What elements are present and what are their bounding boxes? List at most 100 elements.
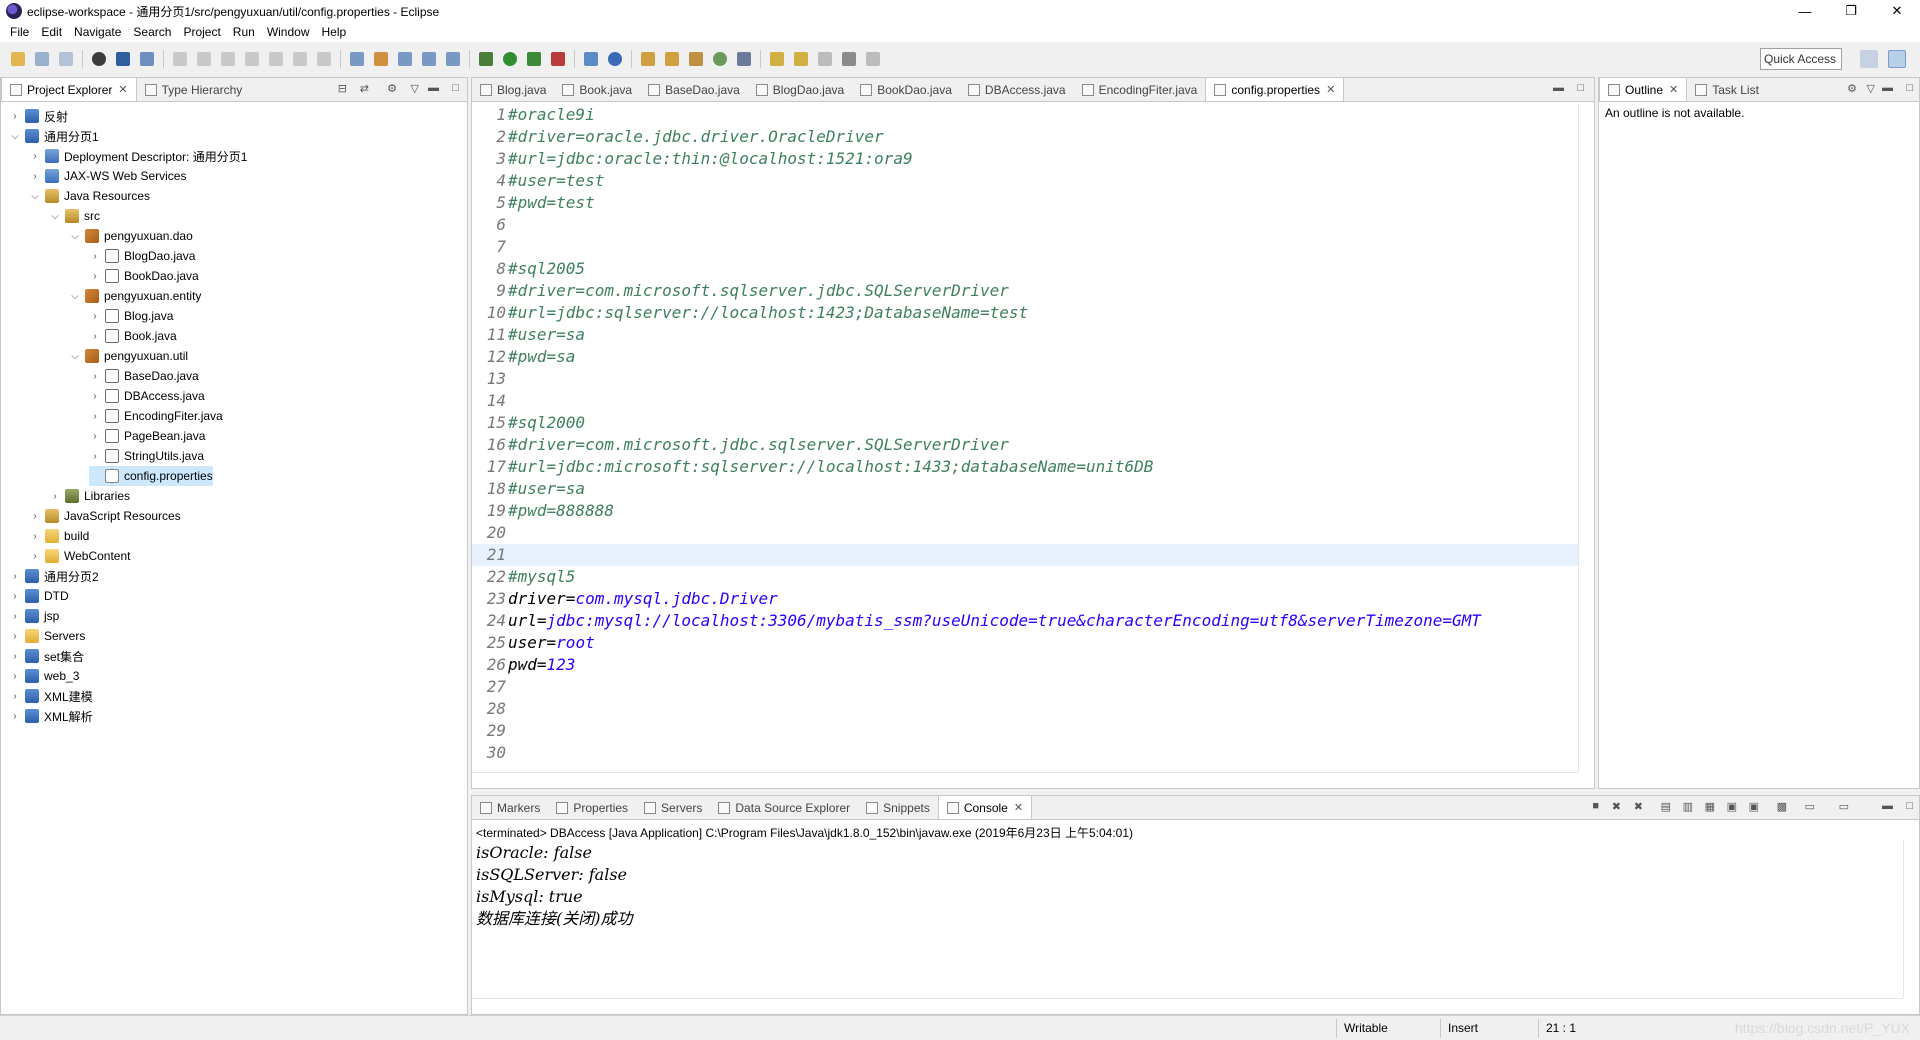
tree-item[interactable]: › StringUtils.java	[89, 446, 204, 466]
quick-access-input[interactable]: Quick Access	[1760, 48, 1842, 70]
run-external-tools-icon[interactable]	[551, 52, 565, 66]
close-button[interactable]: ✕	[1874, 0, 1920, 22]
pin-editor-icon[interactable]	[737, 52, 751, 66]
pin-console-icon[interactable]: ▩	[1777, 800, 1787, 813]
tree-item[interactable]: ⌵ pengyuxuan.util	[69, 346, 188, 366]
chevron-right-icon[interactable]: ›	[29, 551, 41, 562]
console-panel-tab[interactable]: Servers	[636, 797, 710, 819]
insert-mode-status[interactable]: Insert	[1448, 1021, 1478, 1035]
minimize-view-icon[interactable]: ▬	[1882, 800, 1893, 812]
chevron-right-icon[interactable]: ›	[89, 371, 101, 382]
new-server-icon[interactable]	[584, 52, 598, 66]
back-icon[interactable]	[842, 52, 856, 66]
last-edit-location-icon[interactable]	[818, 52, 832, 66]
forward-icon[interactable]	[866, 52, 880, 66]
next-annotation-icon[interactable]	[770, 52, 784, 66]
tree-item[interactable]: ⌵ Java Resources	[29, 186, 150, 206]
tree-item[interactable]: ⌵ pengyuxuan.dao	[69, 226, 193, 246]
step-into-icon[interactable]	[269, 52, 283, 66]
show-on-output-icon[interactable]: ▣	[1727, 800, 1737, 813]
console-vertical-scrollbar[interactable]	[1903, 840, 1919, 998]
show-on-error-icon[interactable]: ▣	[1749, 800, 1759, 813]
minimize-view-icon[interactable]: ▬	[428, 82, 439, 94]
scroll-lock-icon[interactable]: ▥	[1683, 800, 1693, 813]
chevron-right-icon[interactable]: ›	[89, 331, 101, 342]
chevron-right-icon[interactable]: ›	[9, 711, 21, 722]
tree-item[interactable]: › Deployment Descriptor: 通用分页1	[29, 146, 247, 166]
menu-file[interactable]: File	[4, 25, 35, 39]
tree-item[interactable]: › WebContent	[29, 546, 131, 566]
chevron-down-icon[interactable]: ⌵	[69, 351, 81, 362]
minimize-view-icon[interactable]: ▬	[1882, 82, 1893, 94]
tree-item[interactable]: › Book.java	[89, 326, 177, 346]
console-output[interactable]: isOracle: false isSQLServer: false isMysql…	[476, 842, 633, 930]
chevron-right-icon[interactable]: ›	[89, 391, 101, 402]
clear-console-icon[interactable]: ▤	[1661, 800, 1671, 813]
chevron-down-icon[interactable]: ⌵	[29, 191, 41, 202]
show-whitespace-icon[interactable]	[446, 52, 460, 66]
tree-item[interactable]: ⌵ src	[49, 206, 100, 226]
suspend-icon[interactable]	[197, 52, 211, 66]
chevron-right-icon[interactable]: ›	[29, 151, 41, 162]
new-icon[interactable]	[11, 52, 25, 66]
chevron-right-icon[interactable]: ›	[9, 671, 21, 682]
focus-icon[interactable]: ⚙	[1847, 82, 1857, 95]
chevron-right-icon[interactable]: ›	[9, 571, 21, 582]
debug-profile-icon[interactable]	[92, 52, 106, 66]
editor-tab[interactable]: BaseDao.java	[640, 79, 748, 101]
console-panel-tab[interactable]: Properties	[548, 797, 636, 819]
new-class-icon[interactable]	[608, 52, 622, 66]
view-menu-icon[interactable]: ⚙	[387, 82, 397, 95]
drop-to-frame-icon[interactable]	[350, 52, 364, 66]
terminal-icon[interactable]	[116, 52, 130, 66]
editor-tab[interactable]: BlogDao.java	[748, 79, 852, 101]
chevron-right-icon[interactable]: ›	[49, 491, 61, 502]
menu-window[interactable]: Window	[261, 25, 316, 39]
maximize-view-icon[interactable]: □	[1906, 800, 1913, 812]
tree-item[interactable]: › XML解析	[9, 706, 93, 726]
tree-item[interactable]: › EncodingFiter.java	[89, 406, 223, 426]
tree-item[interactable]: › JavaScript Resources	[29, 506, 181, 526]
tree-item[interactable]: › BlogDao.java	[89, 246, 195, 266]
editor-tab[interactable]: Book.java	[554, 79, 640, 101]
step-return-icon[interactable]	[317, 52, 331, 66]
collapse-all-icon[interactable]: ⊟	[338, 82, 347, 95]
console-panel-tab[interactable]: Data Source Explorer	[710, 797, 858, 819]
run-icon[interactable]	[503, 52, 517, 66]
step-over-icon[interactable]	[293, 52, 307, 66]
chevron-right-icon[interactable]: ›	[29, 171, 41, 182]
chevron-right-icon[interactable]: ›	[89, 411, 101, 422]
terminate-icon[interactable]: ■	[1592, 800, 1599, 812]
editor-tab[interactable]: config.properties ✕	[1205, 77, 1345, 101]
code-editor[interactable]: 1 #oracle9i 2 #driver=oracle.jdbc.driver.Or…	[472, 104, 1578, 772]
tree-item[interactable]: › DBAccess.java	[89, 386, 205, 406]
maximize-view-icon[interactable]: □	[452, 82, 459, 94]
chevron-right-icon[interactable]: ›	[89, 251, 101, 262]
tab-outline[interactable]: Outline ✕	[1599, 77, 1688, 101]
java-ee-perspective-icon[interactable]	[1888, 50, 1906, 68]
save-icon[interactable]	[35, 52, 49, 66]
remove-all-terminated-icon[interactable]: ✖	[1634, 800, 1643, 813]
view-dropdown-icon[interactable]: ▽	[1867, 82, 1875, 95]
word-wrap-icon[interactable]	[422, 52, 436, 66]
menu-help[interactable]: Help	[316, 25, 353, 39]
minimize-editor-icon[interactable]: ▬	[1553, 82, 1564, 94]
tree-item[interactable]: config.properties	[89, 466, 213, 486]
tree-item[interactable]: › Libraries	[49, 486, 130, 506]
chevron-right-icon[interactable]: ›	[9, 611, 21, 622]
chevron-right-icon[interactable]: ›	[89, 451, 101, 462]
chevron-down-icon[interactable]: ⌵	[9, 131, 21, 142]
menu-edit[interactable]: Edit	[35, 25, 68, 39]
close-icon[interactable]: ✕	[118, 83, 127, 96]
editor-tab[interactable]: DBAccess.java	[960, 79, 1074, 101]
remove-launch-icon[interactable]: ✖	[1612, 800, 1621, 813]
previous-annotation-icon[interactable]	[794, 52, 808, 66]
console-panel-tab[interactable]: Console ✕	[937, 795, 1033, 819]
chevron-right-icon[interactable]: ›	[89, 271, 101, 282]
chevron-right-icon[interactable]: ›	[89, 311, 101, 322]
tab-project-explorer[interactable]: Project Explorer ✕	[1, 77, 137, 101]
tree-item[interactable]: › set集合	[9, 646, 84, 666]
menu-navigate[interactable]: Navigate	[68, 25, 127, 39]
search-icon[interactable]	[689, 52, 703, 66]
chevron-right-icon[interactable]: ›	[29, 531, 41, 542]
